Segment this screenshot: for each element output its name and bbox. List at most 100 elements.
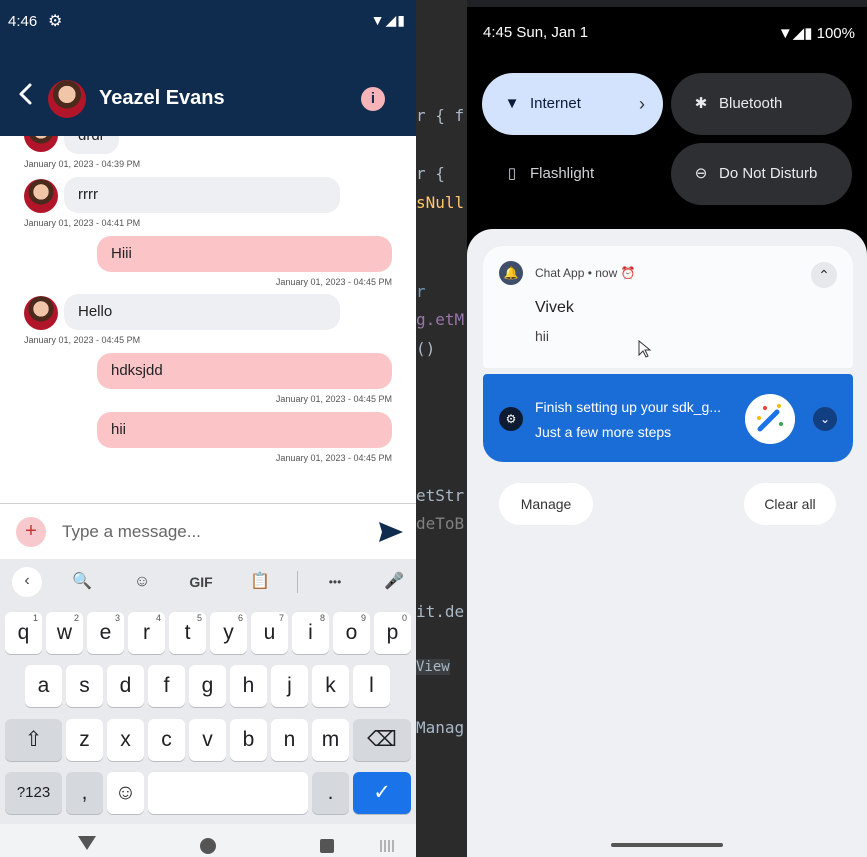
tile-label: Internet: [530, 95, 581, 112]
gesture-handle[interactable]: [611, 843, 723, 847]
key-s[interactable]: s: [66, 665, 103, 707]
key-d[interactable]: d: [107, 665, 144, 707]
code-line: r {: [416, 164, 445, 183]
incoming-message: Hello: [64, 294, 340, 330]
key-h[interactable]: h: [230, 665, 267, 707]
shift-key[interactable]: ⇧: [5, 719, 62, 761]
keyboard-back-icon[interactable]: ‹: [12, 567, 42, 597]
search-icon[interactable]: 🔍: [68, 568, 96, 596]
info-icon[interactable]: i: [361, 87, 385, 111]
code-line: sNull: [416, 193, 464, 212]
code-line: View: [416, 659, 450, 675]
code-text: etStr: [416, 486, 465, 505]
key-j[interactable]: j: [271, 665, 308, 707]
back-arrow-icon[interactable]: [16, 82, 36, 106]
space-key[interactable]: [148, 772, 308, 814]
collapse-icon[interactable]: ⌃: [811, 262, 837, 288]
message-timestamp: January 01, 2023 - 04:41 PM: [24, 218, 141, 228]
key-k[interactable]: k: [312, 665, 349, 707]
notification-app-name: Chat App • now ⏰: [535, 266, 636, 280]
key-a[interactable]: a: [25, 665, 62, 707]
tile-flashlight[interactable]: ▯ Flashlight: [482, 143, 663, 205]
battery-percent: 100%: [816, 25, 855, 42]
key-b[interactable]: b: [230, 719, 267, 761]
key-hint: 3: [114, 613, 120, 623]
settings-gear-icon: ⚙: [48, 13, 63, 30]
key-hint: 2: [73, 613, 79, 623]
comma-key[interactable]: ,: [66, 772, 103, 814]
notification-shade-screen: 4:45 Sun, Jan 1 ▼◢▮ 100% ▼ Internet › ✱ …: [467, 7, 867, 857]
key-hint: 6: [237, 613, 243, 623]
contact-name: Yeazel Evans: [99, 87, 225, 109]
code-text: sNull: [416, 193, 465, 212]
code-line: deToB: [416, 514, 464, 533]
notification-text: Just a few more steps: [535, 424, 672, 440]
key-r[interactable]: r4: [128, 612, 165, 654]
key-p[interactable]: p0: [374, 612, 411, 654]
key-hint: 8: [319, 613, 325, 623]
key-label: t: [184, 621, 191, 644]
key-o[interactable]: o9: [333, 612, 370, 654]
key-w[interactable]: w2: [46, 612, 83, 654]
notification-title: Finish setting up your sdk_g...: [535, 399, 721, 415]
backspace-key[interactable]: ⌫: [353, 719, 411, 761]
key-m[interactable]: m: [312, 719, 349, 761]
enter-key[interactable]: ✓: [353, 772, 411, 814]
tile-do-not-disturb[interactable]: ⊖ Do Not Disturb: [671, 143, 852, 205]
message-timestamp: January 01, 2023 - 04:45 PM: [275, 277, 392, 287]
code-text: Manag: [416, 718, 465, 737]
code-line: (): [416, 339, 435, 358]
key-z[interactable]: z: [66, 719, 103, 761]
gif-icon[interactable]: GIF: [184, 568, 218, 596]
key-c[interactable]: c: [148, 719, 185, 761]
key-t[interactable]: t5: [169, 612, 206, 654]
expand-icon[interactable]: ⌄: [813, 407, 837, 431]
message-input[interactable]: [60, 518, 350, 546]
key-f[interactable]: f: [148, 665, 185, 707]
key-l[interactable]: l: [353, 665, 390, 707]
manage-button[interactable]: Manage: [499, 483, 593, 525]
status-time: 4:46: [8, 13, 38, 30]
message-list: drdr January 01, 2023 - 04:39 PM rrrr Ja…: [0, 136, 416, 503]
nav-back-icon[interactable]: [78, 836, 96, 850]
sticker-icon[interactable]: ☺: [128, 568, 156, 596]
keyboard-switch-icon[interactable]: [380, 840, 396, 852]
key-label: r: [143, 621, 150, 644]
key-q[interactable]: q1: [5, 612, 42, 654]
key-e[interactable]: e3: [87, 612, 124, 654]
key-u[interactable]: u7: [251, 612, 288, 654]
key-g[interactable]: g: [189, 665, 226, 707]
dnd-icon: ⊖: [694, 165, 708, 182]
send-icon[interactable]: [378, 521, 404, 543]
key-x[interactable]: x: [107, 719, 144, 761]
tile-bluetooth[interactable]: ✱ Bluetooth: [671, 73, 852, 135]
chat-phone-screen: 4:46 ⚙ ▼◢▮ Yeazel Evans i drdr January 0…: [0, 0, 416, 857]
code-text: g.etM: [416, 310, 465, 329]
more-options-icon[interactable]: •••: [320, 568, 350, 596]
symbols-key[interactable]: ?123: [5, 772, 62, 814]
key-n[interactable]: n: [271, 719, 308, 761]
period-key[interactable]: .: [312, 772, 349, 814]
chat-notification[interactable]: 🔔 Chat App • now ⏰ ⌃ Vivek hii: [483, 246, 853, 368]
alarm-icon: ⏰: [620, 266, 636, 280]
nav-recents-icon[interactable]: [320, 839, 334, 853]
attach-button[interactable]: +: [16, 517, 46, 547]
contact-avatar: [24, 179, 58, 213]
emoji-key[interactable]: ☺: [107, 772, 144, 814]
key-label: u: [263, 621, 276, 644]
chat-header: Yeazel Evans i: [0, 46, 416, 136]
microphone-icon[interactable]: 🎤: [380, 568, 408, 596]
code-text: View: [416, 659, 450, 675]
clipboard-icon[interactable]: 📋: [246, 568, 274, 596]
contact-avatar[interactable]: [48, 80, 86, 118]
key-y[interactable]: y6: [210, 612, 247, 654]
key-i[interactable]: i8: [292, 612, 329, 654]
nav-home-icon[interactable]: [200, 838, 216, 854]
key-label: q: [17, 621, 30, 644]
bell-icon: 🔔: [499, 261, 523, 285]
key-v[interactable]: v: [189, 719, 226, 761]
setup-notification[interactable]: ⚙ Finish setting up your sdk_g... Just a…: [483, 374, 853, 462]
tile-internet[interactable]: ▼ Internet ›: [482, 73, 663, 135]
contact-avatar: [24, 296, 58, 330]
clear-all-button[interactable]: Clear all: [744, 483, 836, 525]
